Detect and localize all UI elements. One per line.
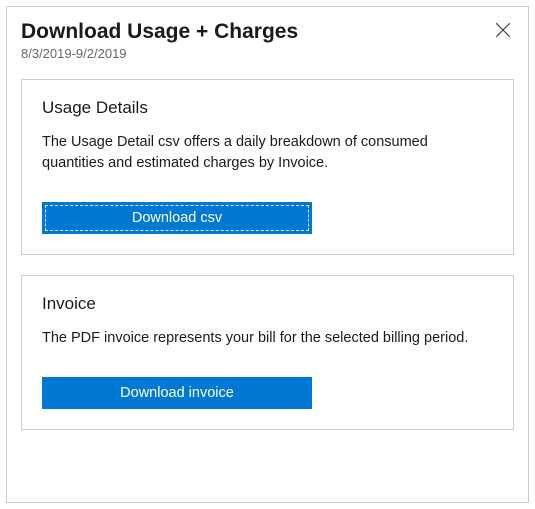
download-csv-button[interactable]: Download csv xyxy=(42,202,312,234)
invoice-card-title: Invoice xyxy=(42,294,493,314)
download-panel: Download Usage + Charges 8/3/2019-9/2/20… xyxy=(6,6,529,503)
panel-title: Download Usage + Charges xyxy=(21,19,492,44)
usage-card-description: The Usage Detail csv offers a daily brea… xyxy=(42,132,493,174)
usage-details-card: Usage Details The Usage Detail csv offer… xyxy=(21,79,514,255)
invoice-card-description: The PDF invoice represents your bill for… xyxy=(42,328,493,349)
date-range: 8/3/2019-9/2/2019 xyxy=(21,46,492,61)
invoice-card: Invoice The PDF invoice represents your … xyxy=(21,275,514,430)
panel-header: Download Usage + Charges 8/3/2019-9/2/20… xyxy=(21,19,514,61)
usage-card-title: Usage Details xyxy=(42,98,493,118)
download-invoice-button[interactable]: Download invoice xyxy=(42,377,312,409)
header-text: Download Usage + Charges 8/3/2019-9/2/20… xyxy=(21,19,492,61)
close-icon xyxy=(494,21,512,39)
close-button[interactable] xyxy=(492,19,514,43)
